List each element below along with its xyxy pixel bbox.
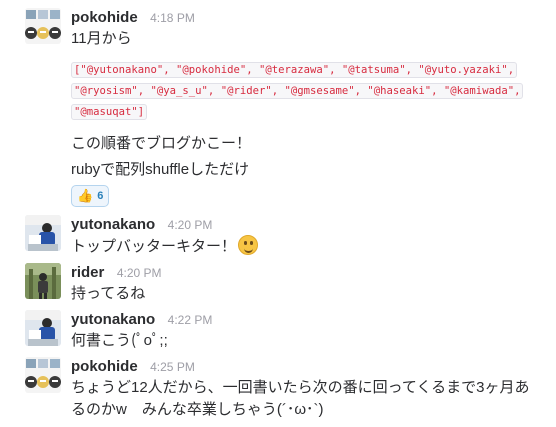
avatar[interactable] <box>25 310 61 346</box>
avatar[interactable] <box>25 357 61 393</box>
avatar[interactable] <box>25 8 61 44</box>
code-line: ["@yutonakano", "@pokohide", "@terazawa"… <box>71 62 518 78</box>
message-text: 何書こう(ﾟoﾟ;; <box>71 332 168 349</box>
message-header: yutonakano 4:22 PM <box>71 310 542 330</box>
author-name[interactable]: yutonakano <box>71 216 155 233</box>
message-text: 11月から <box>71 30 132 47</box>
avatar[interactable] <box>25 215 61 251</box>
message-text-content: トップバッターキター！ <box>71 238 237 255</box>
message-text: るのかw みんな卒業しちゃう(´･ω･`) <box>71 401 324 418</box>
code-line: "@ryosism", "@ya_s_u", "@rider", "@gmses… <box>71 83 524 99</box>
avatar[interactable] <box>25 263 61 299</box>
message-text: rubyで配列shuffleしただけ <box>71 161 250 178</box>
message-text: 持ってるね <box>71 285 146 302</box>
code-line: "@masuqat"] <box>71 104 148 120</box>
author-name[interactable]: pokohide <box>71 358 138 375</box>
message-header: pokohide 4:25 PM <box>71 357 542 377</box>
message-header: rider 4:20 PM <box>71 263 542 283</box>
message-text: この順番でブログかこー！ <box>71 135 252 152</box>
thumbs-up-icon: 👍 <box>77 188 94 203</box>
timestamp[interactable]: 4:22 PM <box>168 313 213 327</box>
reaction-thumbs-up[interactable]: 👍 6 <box>71 185 110 207</box>
timestamp[interactable]: 4:20 PM <box>168 218 213 232</box>
reaction-count: 6 <box>97 190 104 202</box>
message-text: トップバッターキター！ <box>71 235 542 258</box>
author-name[interactable]: rider <box>71 264 104 281</box>
code-block: ["@yutonakano", "@pokohide", "@terazawa"… <box>71 60 542 123</box>
message-header: yutonakano 4:20 PM <box>71 215 542 235</box>
timestamp[interactable]: 4:20 PM <box>117 266 162 280</box>
timestamp[interactable]: 4:25 PM <box>150 360 195 374</box>
author-name[interactable]: pokohide <box>71 9 138 26</box>
upside-down-face-icon <box>238 235 259 255</box>
message-header: pokohide 4:18 PM <box>71 8 542 28</box>
message-text: ちょうど12人だから、一回書いたら次の番に回ってくるまで3ヶ月あ <box>71 379 530 396</box>
author-name[interactable]: yutonakano <box>71 311 155 328</box>
timestamp[interactable]: 4:18 PM <box>150 11 195 25</box>
